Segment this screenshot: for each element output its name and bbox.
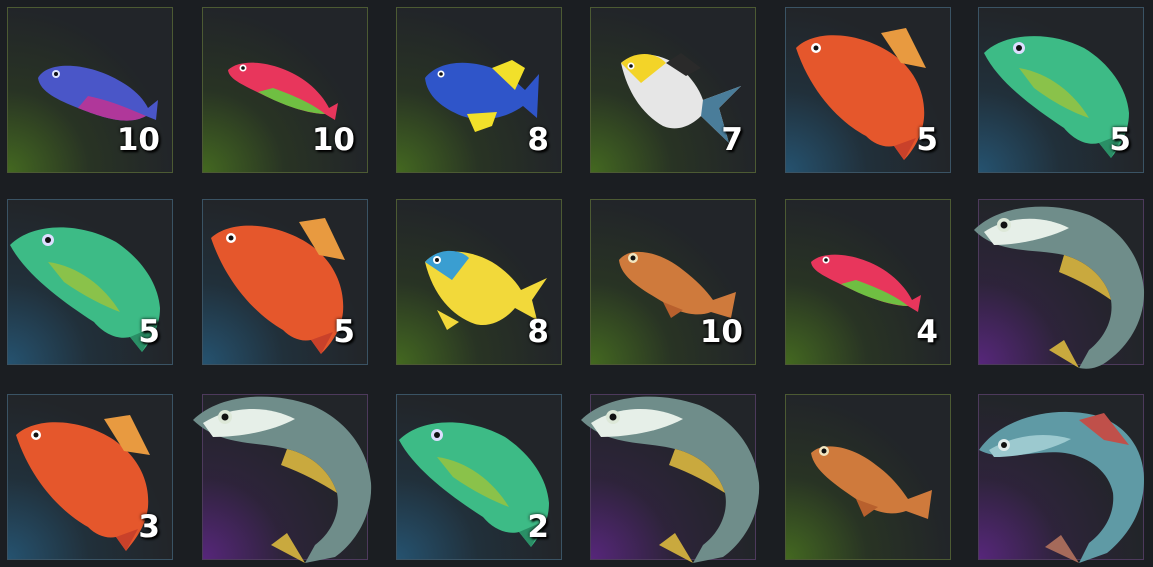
leaping-tuna-icon xyxy=(974,206,1145,369)
inventory-slot[interactable]: 2 xyxy=(396,394,562,560)
quantity-label: 5 xyxy=(333,314,355,350)
inventory-slot[interactable]: 10 xyxy=(590,199,756,365)
fish-inventory-grid: 10 10 8 7 5 5 5 5 8 10 4 3 2 xyxy=(0,0,1153,567)
inventory-slot[interactable] xyxy=(193,394,372,563)
inventory-slot[interactable] xyxy=(785,394,951,560)
quantity-label: 10 xyxy=(311,122,355,158)
quantity-label: 8 xyxy=(527,122,549,158)
quantity-label: 10 xyxy=(699,314,743,350)
leaping-tuna-icon xyxy=(581,396,760,563)
inventory-slot[interactable]: 5 xyxy=(7,199,173,365)
inventory-slot[interactable]: 5 xyxy=(202,199,368,365)
inventory-slot[interactable]: 8 xyxy=(396,199,562,365)
inventory-slot[interactable] xyxy=(581,394,760,563)
inventory-slot[interactable]: 4 xyxy=(785,199,951,365)
leaping-mackerel-icon xyxy=(979,411,1144,563)
quantity-label: 5 xyxy=(916,122,938,158)
inventory-slot[interactable]: 7 xyxy=(590,7,756,173)
inventory-slot[interactable] xyxy=(974,199,1145,369)
inventory-slot[interactable] xyxy=(978,394,1144,563)
inventory-slot[interactable]: 10 xyxy=(7,7,173,173)
quantity-label: 2 xyxy=(527,509,549,545)
inventory-slot[interactable]: 8 xyxy=(396,7,562,173)
leaping-tuna-icon xyxy=(193,396,372,563)
inventory-slot[interactable]: 10 xyxy=(202,7,368,173)
quantity-label: 10 xyxy=(116,122,160,158)
inventory-slot[interactable]: 5 xyxy=(978,7,1144,173)
quantity-label: 5 xyxy=(138,314,160,350)
inventory-slot[interactable]: 5 xyxy=(785,7,951,173)
quantity-label: 4 xyxy=(916,314,938,350)
quantity-label: 3 xyxy=(138,509,160,545)
inventory-slot[interactable]: 3 xyxy=(7,394,173,560)
quantity-label: 5 xyxy=(1109,122,1131,158)
quantity-label: 8 xyxy=(527,314,549,350)
quantity-label: 7 xyxy=(721,122,743,158)
orange-goby-icon xyxy=(811,446,932,519)
